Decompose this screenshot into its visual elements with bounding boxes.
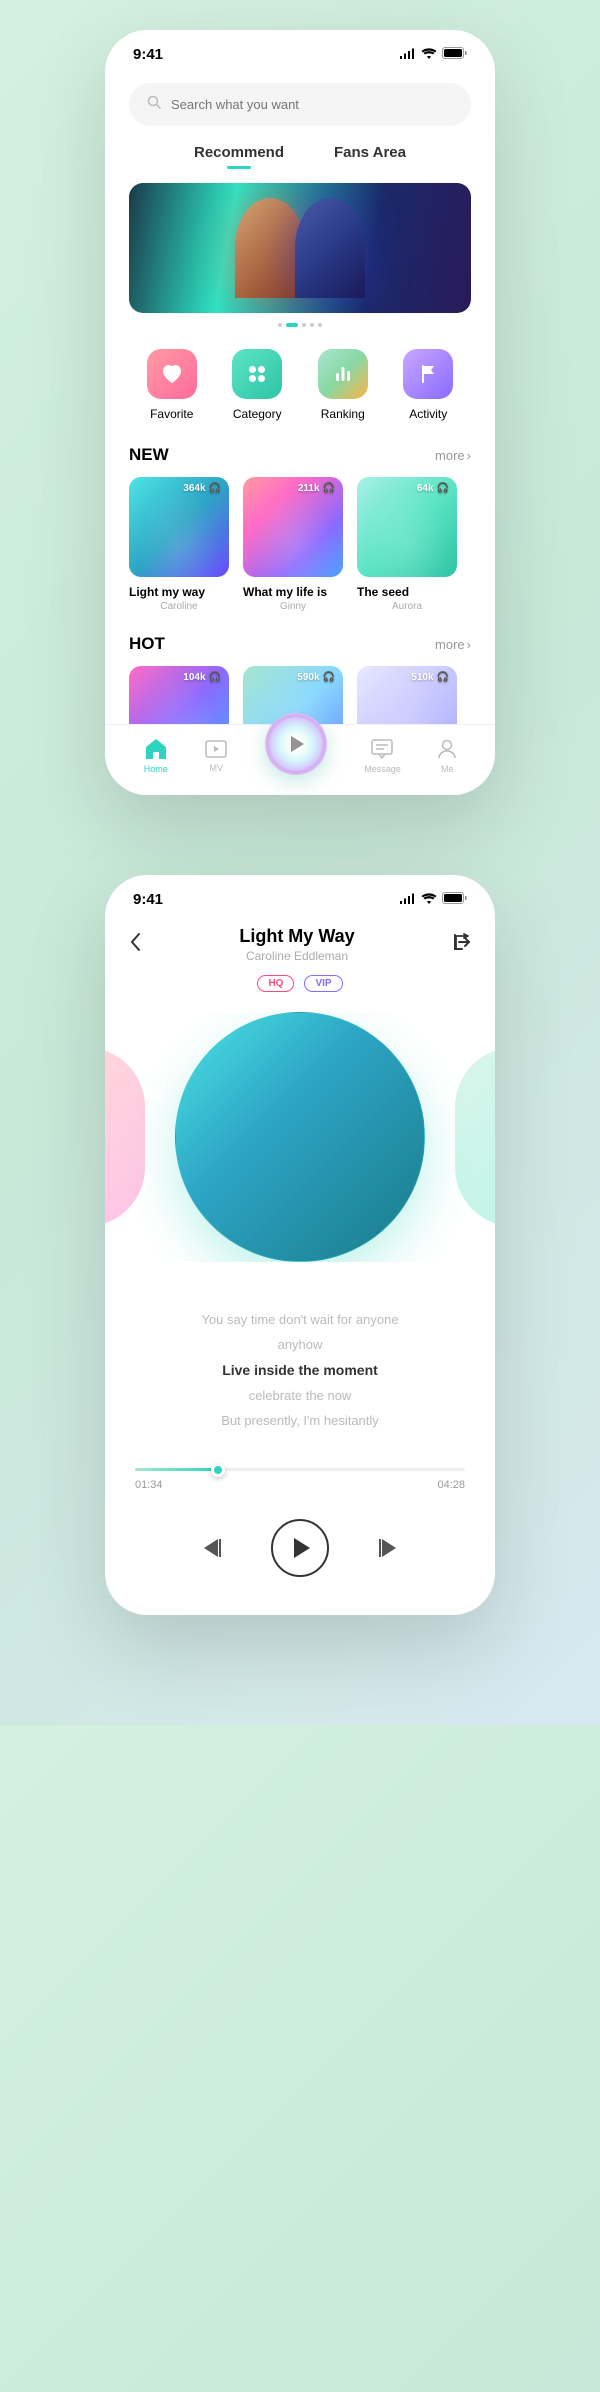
wifi-icon [421, 891, 437, 908]
headphones-icon: 🎧 [323, 672, 335, 683]
carousel-dots[interactable] [105, 323, 495, 327]
search-bar[interactable] [129, 83, 471, 126]
section-title: HOT [129, 634, 165, 654]
message-icon [371, 739, 393, 761]
lyric-line: You say time don't wait for anyone [145, 1312, 455, 1327]
play-button[interactable] [271, 1519, 329, 1577]
status-icons [399, 891, 467, 908]
category-label: Category [233, 407, 282, 421]
headphones-icon: 🎧 [437, 672, 449, 683]
player-screen: 9:41 Light My Way Caroline Eddleman HQ V… [105, 875, 495, 1615]
mv-icon [205, 740, 227, 760]
category-ranking[interactable]: Ranking [318, 349, 368, 421]
next-button[interactable] [379, 1539, 396, 1557]
lyric-line: celebrate the now [145, 1388, 455, 1403]
nav-message[interactable]: Message [364, 739, 401, 774]
quality-badges: HQ VIP [105, 975, 495, 992]
chevron-right-icon: › [467, 448, 471, 463]
home-screen: 9:41 Recommend Fans Area Favorite Catego… [105, 30, 495, 795]
previous-button[interactable] [204, 1539, 221, 1557]
hot-section-header: HOT more › [105, 634, 495, 654]
user-icon [438, 739, 456, 761]
song-artist: Caroline Eddleman [239, 949, 354, 963]
track-item[interactable]: 104k 🎧 [129, 666, 229, 724]
tab-recommend[interactable]: Recommend [194, 144, 284, 169]
signal-icon [399, 891, 416, 908]
track-item[interactable]: 364k 🎧 Light my way Caroline [129, 477, 229, 612]
hq-badge: HQ [257, 975, 294, 992]
status-time: 9:41 [133, 46, 163, 63]
nav-home[interactable]: Home [144, 739, 168, 774]
player-header: Light My Way Caroline Eddleman [105, 916, 495, 963]
status-bar: 9:41 [105, 875, 495, 916]
nav-play-button[interactable] [265, 713, 327, 775]
content-tabs: Recommend Fans Area [105, 144, 495, 169]
lyrics[interactable]: You say time don't wait for anyone anyho… [105, 1312, 495, 1428]
status-bar: 9:41 [105, 30, 495, 71]
wifi-icon [421, 46, 437, 63]
track-item[interactable]: 510k 🎧 [357, 666, 457, 724]
player-controls [105, 1491, 495, 1615]
battery-icon [442, 891, 467, 908]
song-title: Light My Way [239, 926, 354, 947]
vip-badge: VIP [304, 975, 342, 992]
category-label: Favorite [150, 407, 193, 421]
progress-thumb[interactable] [211, 1463, 225, 1477]
more-link[interactable]: more › [435, 448, 471, 463]
progress: 01:34 04:28 [105, 1468, 495, 1491]
headphones-icon: 🎧 [323, 483, 335, 494]
section-title: NEW [129, 445, 169, 465]
flag-icon [403, 349, 453, 399]
headphones-icon: 🎧 [437, 483, 449, 494]
chevron-right-icon: › [467, 637, 471, 652]
track-title: Light my way [129, 585, 229, 599]
lyric-line: anyhow [145, 1337, 455, 1352]
status-icons [399, 46, 467, 63]
play-icon [288, 736, 304, 752]
nav-mv[interactable]: MV [205, 740, 227, 773]
category-favorite[interactable]: Favorite [147, 349, 197, 421]
track-artist: Ginny [243, 601, 343, 612]
track-title: What my life is [243, 585, 343, 599]
status-time: 9:41 [133, 891, 163, 908]
heart-icon [147, 349, 197, 399]
tab-fans-area[interactable]: Fans Area [334, 144, 406, 169]
category-category[interactable]: Category [232, 349, 282, 421]
category-label: Activity [409, 407, 447, 421]
signal-icon [399, 46, 416, 63]
album-art[interactable] [175, 1012, 425, 1262]
search-input[interactable] [171, 97, 453, 112]
back-button[interactable] [129, 932, 141, 957]
bottom-nav: Home MV Message Me [105, 724, 495, 795]
share-button[interactable] [453, 933, 471, 956]
home-icon [145, 739, 167, 761]
new-section-header: NEW more › [105, 445, 495, 465]
headphones-icon: 🎧 [209, 672, 221, 683]
time-total: 04:28 [437, 1479, 465, 1491]
track-artist: Aurora [357, 601, 457, 612]
headphones-icon: 🎧 [209, 483, 221, 494]
search-icon [147, 95, 161, 114]
category-label: Ranking [321, 407, 365, 421]
progress-slider[interactable] [135, 1468, 465, 1471]
track-item[interactable]: 64k 🎧 The seed Aurora [357, 477, 457, 612]
track-item[interactable]: 211k 🎧 What my life is Ginny [243, 477, 343, 612]
play-icon [290, 1538, 310, 1558]
album-art-area [105, 1012, 495, 1262]
lyric-line-active: Live inside the moment [145, 1362, 455, 1378]
nav-me[interactable]: Me [438, 739, 456, 774]
time-elapsed: 01:34 [135, 1479, 163, 1491]
new-track-list: 364k 🎧 Light my way Caroline 211k 🎧 What… [105, 477, 495, 612]
category-row: Favorite Category Ranking Activity [105, 349, 495, 421]
hero-banner[interactable] [129, 183, 471, 313]
track-artist: Caroline [129, 601, 229, 612]
track-title: The seed [357, 585, 457, 599]
grid-icon [232, 349, 282, 399]
more-link[interactable]: more › [435, 637, 471, 652]
lyric-line: But presently, I'm hesitantly [145, 1413, 455, 1428]
category-activity[interactable]: Activity [403, 349, 453, 421]
battery-icon [442, 46, 467, 63]
bars-icon [318, 349, 368, 399]
